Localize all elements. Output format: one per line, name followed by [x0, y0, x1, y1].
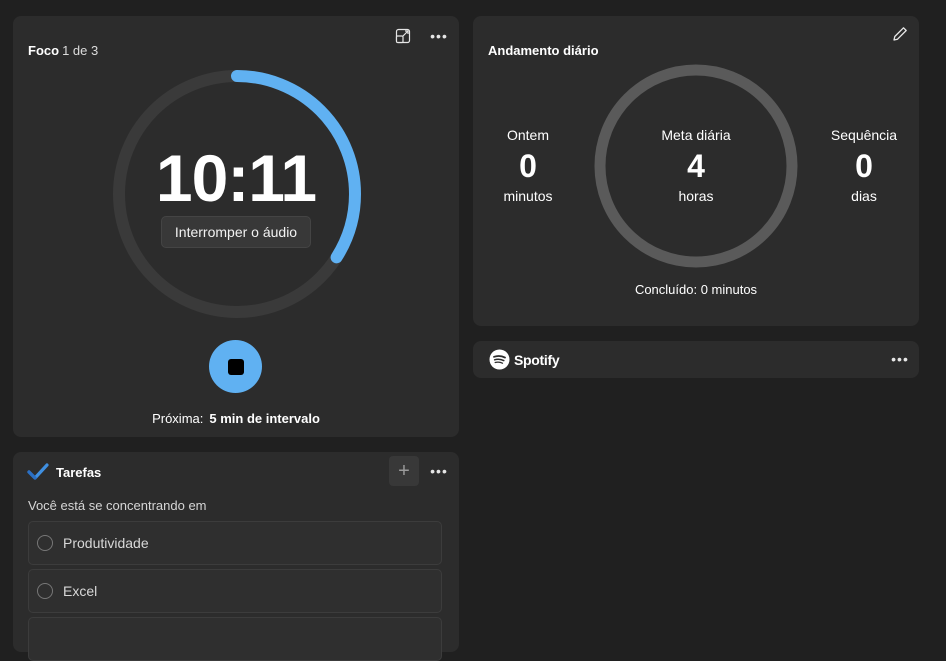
spotify-card: Spotify ••• — [473, 341, 919, 378]
next-value: 5 min de intervalo — [209, 411, 320, 426]
focus-card: Foco 1 de 3 ••• 10:11 Interromper o áudio… — [13, 16, 459, 437]
stop-icon — [227, 358, 244, 375]
add-icon: + — [398, 459, 410, 482]
streak-value: 0 — [855, 148, 873, 184]
stop-button[interactable] — [209, 340, 262, 393]
focus-title-text: Foco — [28, 43, 60, 58]
stop-audio-button[interactable]: Interromper o áudio — [161, 216, 311, 248]
daily-progress-card: Andamento diário Ontem 0 minutos Meta di… — [473, 16, 919, 326]
next-label: Próxima: — [152, 411, 204, 426]
add-task-button[interactable]: + — [389, 456, 419, 486]
spotify-more-icon[interactable]: ••• — [887, 346, 913, 372]
compact-overlay-icon[interactable] — [390, 23, 416, 49]
next-session: Próxima: 5 min de intervalo — [13, 411, 459, 426]
tasks-hint: Você está se concentrando em — [28, 498, 207, 513]
streak-label: Sequência — [830, 127, 898, 143]
yesterday-label: Ontem — [506, 127, 549, 143]
task-label: Excel — [63, 583, 98, 599]
task-item[interactable]: Produtividade — [28, 521, 442, 565]
tasks-more-icon[interactable]: ••• — [426, 458, 452, 484]
task-checkbox[interactable] — [37, 535, 53, 551]
yesterday-stat: Ontem 0 minutos — [468, 127, 588, 204]
goal-label: Meta diária — [661, 127, 731, 143]
daily-title: Andamento diário — [488, 43, 599, 58]
spotify-brand-text: Spotify — [514, 351, 560, 368]
task-checkbox[interactable] — [37, 583, 53, 599]
completed-minutes: Concluído: 0 minutos — [634, 282, 758, 297]
daily-goal-stat: Meta diária 4 horas — [636, 127, 756, 204]
streak-unit: dias — [851, 188, 877, 204]
goal-value: 4 — [687, 148, 705, 184]
streak-stat: Sequência 0 dias — [804, 127, 924, 204]
edit-icon[interactable] — [887, 21, 913, 47]
session-counter: 1 de 3 — [62, 43, 99, 58]
task-item-partial[interactable] — [28, 617, 442, 661]
spotify-brand[interactable]: Spotify — [489, 349, 560, 370]
timer-display: 10:11 — [155, 141, 317, 215]
tasks-title: Tarefas — [56, 465, 102, 480]
focus-title: Foco 1 de 3 — [28, 43, 98, 58]
yesterday-value: 0 — [519, 148, 537, 184]
tasks-card: Tarefas + ••• Você está se concentrando … — [13, 452, 459, 661]
spotify-logo-icon — [489, 349, 510, 370]
goal-unit: horas — [678, 188, 714, 204]
todo-check-icon — [27, 463, 49, 480]
yesterday-unit: minutos — [503, 188, 553, 204]
task-item[interactable]: Excel — [28, 569, 442, 613]
task-label: Produtividade — [63, 535, 149, 551]
focus-more-icon[interactable]: ••• — [426, 23, 452, 49]
